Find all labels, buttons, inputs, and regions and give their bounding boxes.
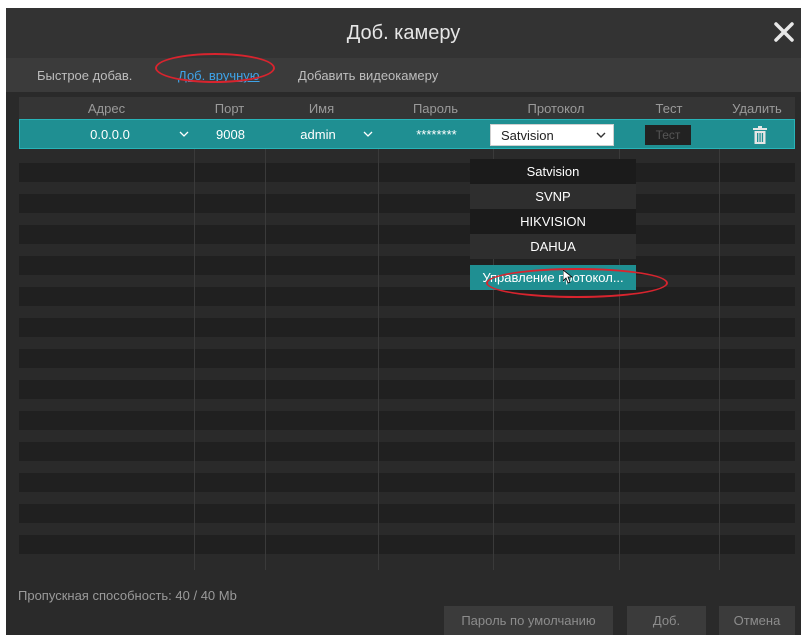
bandwidth-text: Пропускная способность: 40 / 40 Mb xyxy=(18,588,237,603)
tabs-bar: Быстрое добав. Доб. вручную Добавить вид… xyxy=(6,58,801,92)
table-row xyxy=(19,535,795,554)
table-row xyxy=(19,349,795,368)
header-protocol: Протокол xyxy=(527,101,585,116)
table-row xyxy=(19,256,795,275)
table-row xyxy=(19,287,795,306)
tab-quick-add[interactable]: Быстрое добав. xyxy=(37,68,132,83)
column-divider xyxy=(719,119,720,570)
table-row xyxy=(19,380,795,399)
protocol-select[interactable]: Satvision xyxy=(490,124,614,146)
password-value[interactable]: ******** xyxy=(379,127,494,142)
table-body: 0.0.0.0 9008 admin ******** Satvision Те… xyxy=(19,119,795,570)
close-icon xyxy=(774,22,794,42)
dropdown-option-svnp[interactable]: SVNP xyxy=(470,184,636,209)
port-value[interactable]: 9008 xyxy=(195,127,266,142)
annotation-ellipse-protocol xyxy=(486,268,668,298)
annotation-ellipse-tab xyxy=(155,53,275,83)
chevron-down-icon xyxy=(596,132,606,138)
cursor-icon xyxy=(563,270,573,284)
table-row xyxy=(19,163,795,182)
header-test: Тест xyxy=(655,101,683,116)
column-divider xyxy=(378,119,379,570)
dialog-title: Доб. камеру xyxy=(346,22,461,44)
table-row xyxy=(19,411,795,430)
dropdown-option-satvision[interactable]: Satvision xyxy=(470,159,636,184)
chevron-down-icon[interactable] xyxy=(363,131,373,137)
table-row xyxy=(19,442,795,461)
dropdown-option-dahua[interactable]: DAHUA xyxy=(470,234,636,259)
name-value[interactable]: admin xyxy=(288,127,348,142)
header-address: Адрес xyxy=(87,101,126,116)
table-row xyxy=(19,225,795,244)
column-divider xyxy=(194,119,195,570)
table-row xyxy=(19,194,795,213)
close-button[interactable] xyxy=(771,18,797,46)
selected-camera-row[interactable]: 0.0.0.0 9008 admin ******** Satvision Те… xyxy=(19,119,795,149)
table-row xyxy=(19,473,795,492)
table-row xyxy=(19,318,795,337)
default-password-button[interactable]: Пароль по умолчанию xyxy=(444,606,613,635)
camera-table: Адрес Порт Имя Пароль Протокол Тест Удал… xyxy=(19,97,795,570)
dropdown-option-hikvision[interactable]: HIKVISION xyxy=(470,209,636,234)
add-button[interactable]: Доб. xyxy=(627,606,706,635)
table-row xyxy=(19,504,795,523)
test-button[interactable]: Тест xyxy=(645,125,691,145)
header-name: Имя xyxy=(308,101,335,116)
header-password: Пароль xyxy=(412,101,459,116)
protocol-selected-value: Satvision xyxy=(501,128,554,143)
title-bar: Доб. камеру xyxy=(6,8,801,58)
tab-add-camera[interactable]: Добавить видеокамеру xyxy=(298,68,438,83)
trash-icon[interactable] xyxy=(753,126,767,144)
chevron-down-icon[interactable] xyxy=(179,131,189,137)
address-value[interactable]: 0.0.0.0 xyxy=(70,127,150,142)
header-port: Порт xyxy=(214,101,245,116)
table-header: Адрес Порт Имя Пароль Протокол Тест Удал… xyxy=(19,97,795,119)
column-divider xyxy=(265,119,266,570)
header-delete: Удалить xyxy=(732,101,782,116)
cancel-button[interactable]: Отмена xyxy=(719,606,795,635)
